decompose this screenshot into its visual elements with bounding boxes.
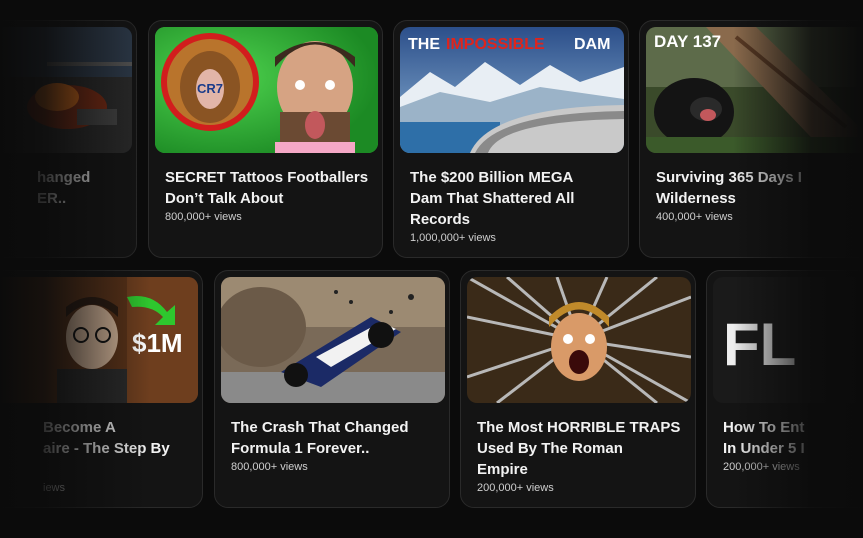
video-card[interactable]: THE IMPOSSIBLE DAM The $200 Billion MEGA… <box>393 20 629 258</box>
view-count: 800,000+ views <box>231 461 308 473</box>
thumbnail-overlay-text: FL <box>723 311 796 378</box>
video-title[interactable]: hanged ER.. <box>37 167 90 209</box>
video-card[interactable]: FL How To Ent In Under 5 I 200,000+ view… <box>706 270 863 508</box>
view-count: 800,000+ views <box>165 211 242 223</box>
thumbnail-overlay-text: CR7 <box>197 81 223 96</box>
video-title[interactable]: SECRET Tattoos Footballers Don’t Talk Ab… <box>165 167 368 209</box>
thumbnail-overlay-text: $1M <box>132 328 183 358</box>
video-card[interactable]: The Crash That Changed Formula 1 Forever… <box>214 270 450 508</box>
video-thumbnail[interactable] <box>467 277 691 403</box>
video-title[interactable]: How To Ent In Under 5 I <box>723 417 805 459</box>
view-count: 1,000,000+ views <box>410 232 496 244</box>
video-thumbnail[interactable]: $1M <box>0 277 198 403</box>
view-count: iews <box>43 482 66 494</box>
video-carousel: hanged ER.. CR7 SECRET Tattoos Footballe… <box>0 0 863 538</box>
video-title[interactable]: Surviving 365 Days I Wilderness <box>656 167 802 209</box>
video-card[interactable]: The Most HORRIBLE TRAPS Used By The Roma… <box>460 270 696 508</box>
video-title[interactable]: The $200 Billion MEGA Dam That Shattered… <box>410 167 574 230</box>
thumbnail-overlay-text: DAM <box>574 36 610 53</box>
video-title[interactable]: The Crash That Changed Formula 1 Forever… <box>231 417 409 459</box>
video-card[interactable]: hanged ER.. <box>0 20 137 258</box>
view-count: 400,000+ views <box>656 211 733 223</box>
video-thumbnail[interactable] <box>221 277 445 403</box>
video-title[interactable]: The Most HORRIBLE TRAPS Used By The Roma… <box>477 417 680 480</box>
view-count: 200,000+ views <box>723 461 800 473</box>
video-thumbnail[interactable]: DAY 137 <box>646 27 863 153</box>
video-thumbnail[interactable] <box>0 27 132 153</box>
video-card[interactable]: CR7 SECRET Tattoos Footballers Don’t Tal… <box>148 20 383 258</box>
video-thumbnail[interactable]: FL <box>713 277 863 403</box>
thumbnail-overlay-text: IMPOSSIBLE <box>446 36 545 53</box>
video-card[interactable]: DAY 137 Surviving 365 Days I Wilderness … <box>639 20 863 258</box>
video-thumbnail[interactable]: THE IMPOSSIBLE DAM <box>400 27 624 153</box>
video-thumbnail[interactable]: CR7 <box>155 27 378 153</box>
video-title[interactable]: Become A aire - The Step By <box>43 417 170 459</box>
view-count: 200,000+ views <box>477 482 554 494</box>
thumbnail-overlay-text: THE <box>408 36 440 53</box>
video-card[interactable]: $1M Become A aire - The Step By iews <box>0 270 203 508</box>
thumbnail-overlay-text: DAY 137 <box>654 32 721 51</box>
